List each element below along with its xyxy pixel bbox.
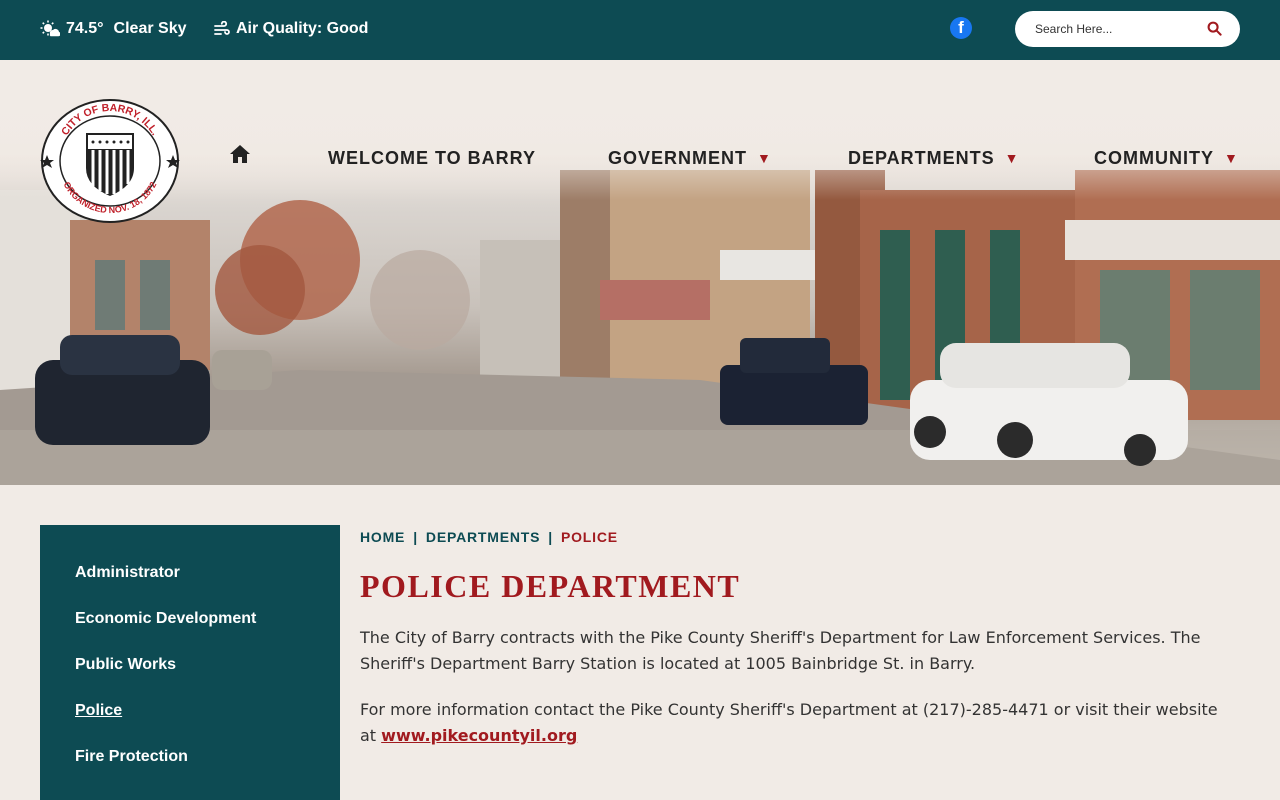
nav-item-welcome[interactable]: WELCOME TO BARRY [328,144,536,172]
facebook-glyph: f [958,18,964,37]
content-paragraph-2: For more information contact the Pike Co… [360,697,1230,749]
hero-banner [0,60,1280,485]
search-input[interactable] [1035,19,1205,39]
weather-widget: 74.5° Clear Sky [40,20,186,38]
temperature: 74.5° [66,20,104,37]
sun-cloud-icon [40,20,60,37]
breadcrumb-separator: | [548,529,553,545]
content-paragraph-1: The City of Barry contracts with the Pik… [360,628,1201,673]
sidebar-item-administrator[interactable]: Administrator [75,564,180,582]
breadcrumb-home[interactable]: HOME [360,529,405,545]
nav-label: DEPARTMENTS [848,147,995,168]
sidebar-item-economic-development[interactable]: Economic Development [75,610,256,628]
breadcrumb-current: POLICE [560,529,618,545]
home-icon[interactable] [229,144,251,166]
nav-label: COMMUNITY [1094,147,1214,168]
sidebar-item-public-works[interactable]: Public Works [75,656,176,674]
chevron-down-icon: ▼ [1224,150,1239,166]
breadcrumb: HOME | DEPARTMENTS | POLICE [360,529,618,545]
wind-icon [214,21,230,35]
sidebar-item-police[interactable]: Police [75,702,122,720]
weather-condition: Clear Sky [113,20,187,37]
facebook-icon[interactable]: f [950,17,972,39]
breadcrumb-departments[interactable]: DEPARTMENTS [426,529,540,545]
air-quality-text: Air Quality: Good [236,20,369,37]
search-icon[interactable] [1207,21,1222,36]
nav-item-government[interactable]: GOVERNMENT ▼ [608,144,772,172]
nav-label: GOVERNMENT [608,147,748,168]
page-title: POLICE DEPARTMENT [360,568,741,604]
city-seal-logo[interactable]: CITY OF BARRY, ILL. ORGANIZED NOV. 18, 1… [40,98,180,224]
chevron-down-icon: ▼ [757,150,772,166]
sidebar-item-fire-protection[interactable]: Fire Protection [75,748,188,766]
breadcrumb-separator: | [413,529,418,545]
nav-label: WELCOME TO BARRY [328,147,536,168]
hero-fade-overlay [0,60,1280,200]
top-bar: 74.5° Clear Sky Air Quality: Good f [0,0,1280,60]
search-box [1015,11,1240,47]
nav-item-community[interactable]: COMMUNITY ▼ [1094,144,1239,172]
air-quality-widget: Air Quality: Good [214,20,368,38]
sidebar: Administrator Economic Development Publi… [40,525,340,800]
sheriff-website-link[interactable]: www.pikecountyil.org [381,726,577,745]
chevron-down-icon: ▼ [1004,150,1020,166]
nav-item-departments[interactable]: DEPARTMENTS ▼ [848,144,1020,172]
